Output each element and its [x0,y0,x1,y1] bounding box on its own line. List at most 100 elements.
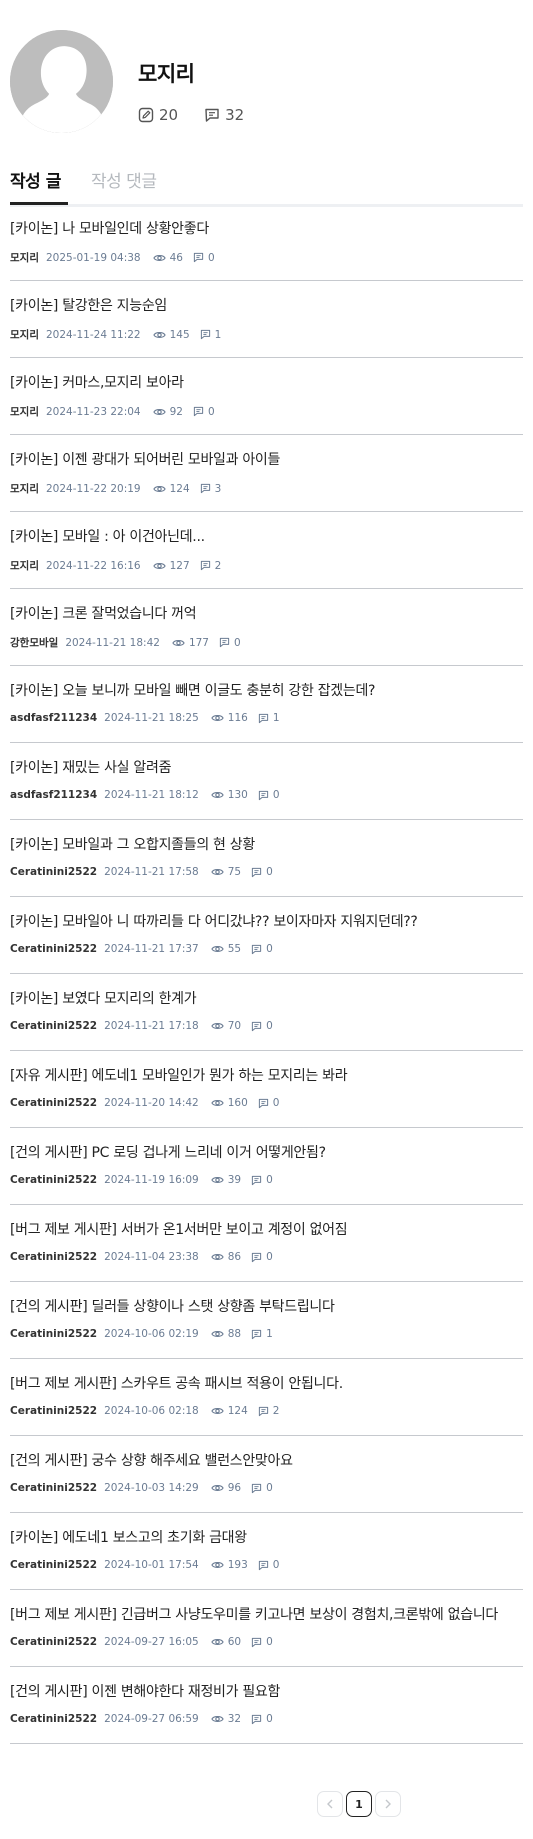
post-title[interactable]: [건의 게시판] 이젠 변해야한다 재정비가 필요함 [10,1681,280,1701]
post-view-count: 130 [227,789,248,801]
post-row[interactable]: [자유 게시판] 에도네1 모바일인가 뭔가 하는 모지리는 봐라 Ceratin… [10,1051,523,1128]
post-title[interactable]: [카이논] 모바일아 니 따까리들 다 어디갔냐?? 보이자마자 지워지던데?? [10,911,418,931]
post-title[interactable]: [건의 게시판] PC 로딩 겁나게 느리네 이거 어떻게안됨? [10,1142,326,1162]
post-count: 20 [159,106,179,124]
post-title[interactable]: [카이논] 오늘 보니까 모바일 빼면 이글도 충분히 강한 잡겠는데? [10,680,375,700]
post-row[interactable]: [카이논] 크론 잘먹었습니다 꺼억 강한모바일 2024-11-21 18:42 1… [10,589,523,666]
comment-icon [193,406,204,417]
post-view-count: 96 [227,1482,242,1494]
post-comments: 0 [258,1559,279,1571]
post-view-count: 127 [169,559,190,572]
post-row[interactable]: [카이논] 모바일과 그 오합지졸들의 현 상황 Ceratinini2522 20… [10,820,523,897]
chevron-right-icon [385,1799,391,1809]
post-date: 2024-11-24 11:22 [45,328,141,341]
edit-icon [138,107,154,123]
comment-icon [200,483,210,494]
prev-page-button[interactable] [317,1791,343,1817]
post-title[interactable]: [카이논] 탈강한은 지능순임 [10,295,167,315]
post-date: 2024-11-04 23:38 [104,1251,199,1263]
post-date: 2024-11-23 22:04 [45,405,141,418]
post-row[interactable]: [카이논] 에도네1 보스고의 초기화 금대왕 Ceratinini2522 202… [10,1513,523,1590]
profile-tabs: 작성 글 작성 댓글 [10,167,523,207]
post-title[interactable]: [카이논] 보였다 모지리의 한계가 [10,988,197,1008]
post-title[interactable]: [카이논] 나 모바일인데 상황안좋다 [10,218,209,238]
post-meta: Ceratinini2522 2024-10-06 02:19 88 1 [10,1328,283,1340]
post-row[interactable]: [버그 제보 게시판] 서버가 온1서버만 보이고 계정이 없어짐 Ceratin… [10,1205,523,1282]
post-date: 2025-01-19 04:38 [45,251,141,264]
comment-icon [251,1483,262,1493]
post-views: 70 [211,1020,241,1032]
post-author: Ceratinini2522 [10,1251,98,1263]
post-row[interactable]: [건의 게시판] 이젠 변해야한다 재정비가 필요함 Ceratinini2522… [10,1667,523,1744]
post-comments: 2 [258,1405,279,1417]
post-row[interactable]: [카이논] 모바일 : 아 이건아닌데... 모지리 2024-11-22 16:1… [10,512,523,589]
post-row[interactable]: [카이논] 나 모바일인데 상황안좋다 모지리 2025-01-19 04:38 46… [10,204,523,281]
profile-stats: 20 32 [138,106,270,124]
post-author: Ceratinini2522 [10,1482,98,1494]
post-author: Ceratinini2522 [10,1559,98,1571]
post-view-count: 46 [169,251,183,264]
post-views: 160 [211,1097,248,1109]
comment-icon [258,1560,268,1570]
post-comment-count: 0 [207,251,215,264]
post-views: 193 [211,1559,248,1571]
pagination: 1 [317,1791,404,1817]
post-meta: asdfasf211234 2024-11-21 18:25 116 1 [10,712,290,724]
post-title[interactable]: [카이논] 커마스,모지리 보아라 [10,372,184,392]
post-comment-count: 0 [266,1020,273,1032]
post-row[interactable]: [건의 게시판] 딜러들 상향이나 스탯 상향좀 부탁드립니다 Ceratinin… [10,1282,523,1359]
post-meta: Ceratinini2522 2024-09-27 16:05 60 0 [10,1636,283,1648]
post-title[interactable]: [건의 게시판] 궁수 상향 해주세요 밸런스안맞아요 [10,1450,293,1470]
post-row[interactable]: [카이논] 모바일아 니 따까리들 다 어디갔냐?? 보이자마자 지워지던데??… [10,897,523,974]
post-row[interactable]: [카이논] 이젠 광대가 되어버린 모바일과 아이들모지리 2024-11-22 … [10,435,523,512]
post-row[interactable]: [카이논] 재밌는 사실 알려줌 asdfasf211234 2024-11-21 … [10,743,523,820]
post-comment-count: 3 [214,482,222,495]
next-page-button[interactable] [375,1791,401,1817]
post-title[interactable]: [카이논] 모바일과 그 오합지졸들의 현 상황 [10,834,255,854]
post-row[interactable]: [카이논] 오늘 보니까 모바일 빼면 이글도 충분히 강한 잡겠는데? asdf… [10,666,523,743]
post-title[interactable]: [카이논] 재밌는 사실 알려줌 [10,757,171,777]
post-view-count: 193 [227,1559,248,1571]
post-row[interactable]: [버그 제보 게시판] 스카우트 공속 패시브 적용이 안됩니다. Ceratin… [10,1359,523,1436]
post-date: 2024-11-21 17:58 [104,866,199,878]
views-icon [152,408,166,415]
post-view-count: 55 [227,943,242,955]
post-comments: 0 [193,406,215,418]
chevron-left-icon [327,1799,333,1809]
page-button-current[interactable]: 1 [346,1791,372,1817]
post-title[interactable]: [카이논] 크론 잘먹었습니다 꺼억 [10,603,197,623]
post-row[interactable]: [건의 게시판] 궁수 상향 해주세요 밸런스안맞아요 Ceratinini252… [10,1436,523,1513]
post-title[interactable]: [자유 게시판] 에도네1 모바일인가 뭔가 하는 모지리는 봐라 [10,1065,348,1085]
post-comment-count: 0 [266,1174,273,1186]
post-view-count: 39 [227,1174,242,1186]
post-row[interactable]: [건의 게시판] PC 로딩 겁나게 느리네 이거 어떻게안됨? Ceratini… [10,1128,523,1205]
post-comments: 0 [251,1174,273,1186]
profile-header: 모지리 20 32 [10,30,523,140]
post-comment-count: 0 [207,405,215,418]
tab-posts[interactable]: 작성 글 [10,167,61,192]
post-view-count: 177 [188,636,209,649]
post-meta: 모지리 2024-11-22 20:19 124 3 [10,481,231,496]
post-author: Ceratinini2522 [10,1713,98,1725]
post-title[interactable]: [버그 제보 게시판] 긴급버그 사냥도우미를 키고나면 보상이 경험치,크론밖… [10,1604,498,1624]
comment-icon [251,1714,262,1724]
post-comments: 0 [251,1020,273,1032]
tab-comments[interactable]: 작성 댓글 [91,167,157,192]
post-title[interactable]: [카이논] 이젠 광대가 되어버린 모바일과 아이들 [10,449,280,469]
post-author: asdfasf211234 [10,712,98,724]
post-views: 130 [211,789,248,801]
post-title[interactable]: [카이논] 모바일 : 아 이건아닌데... [10,526,205,546]
views-icon [211,946,224,952]
comment-icon [258,1406,268,1416]
post-title[interactable]: [건의 게시판] 딜러들 상향이나 스탯 상향좀 부탁드립니다 [10,1296,335,1316]
post-title[interactable]: [카이논] 에도네1 보스고의 초기화 금대왕 [10,1527,247,1547]
post-row[interactable]: [카이논] 커마스,모지리 보아라 모지리 2024-11-23 22:04 92 0 [10,358,523,435]
post-title[interactable]: [버그 제보 게시판] 스카우트 공속 패시브 적용이 안됩니다. [10,1373,343,1393]
post-row[interactable]: [카이논] 탈강한은 지능순임 모지리 2024-11-24 11:22 145 1 [10,281,523,358]
post-title[interactable]: [버그 제보 게시판] 서버가 온1서버만 보이고 계정이 없어짐 [10,1219,348,1239]
post-date: 2024-11-20 14:42 [104,1097,199,1109]
post-row[interactable]: [버그 제보 게시판] 긴급버그 사냥도우미를 키고나면 보상이 경험치,크론밖… [10,1590,523,1667]
comment-icon [251,1021,262,1031]
post-row[interactable]: [카이논] 보였다 모지리의 한계가 Ceratinini2522 2024-11-… [10,974,523,1051]
views-icon [211,1485,224,1491]
